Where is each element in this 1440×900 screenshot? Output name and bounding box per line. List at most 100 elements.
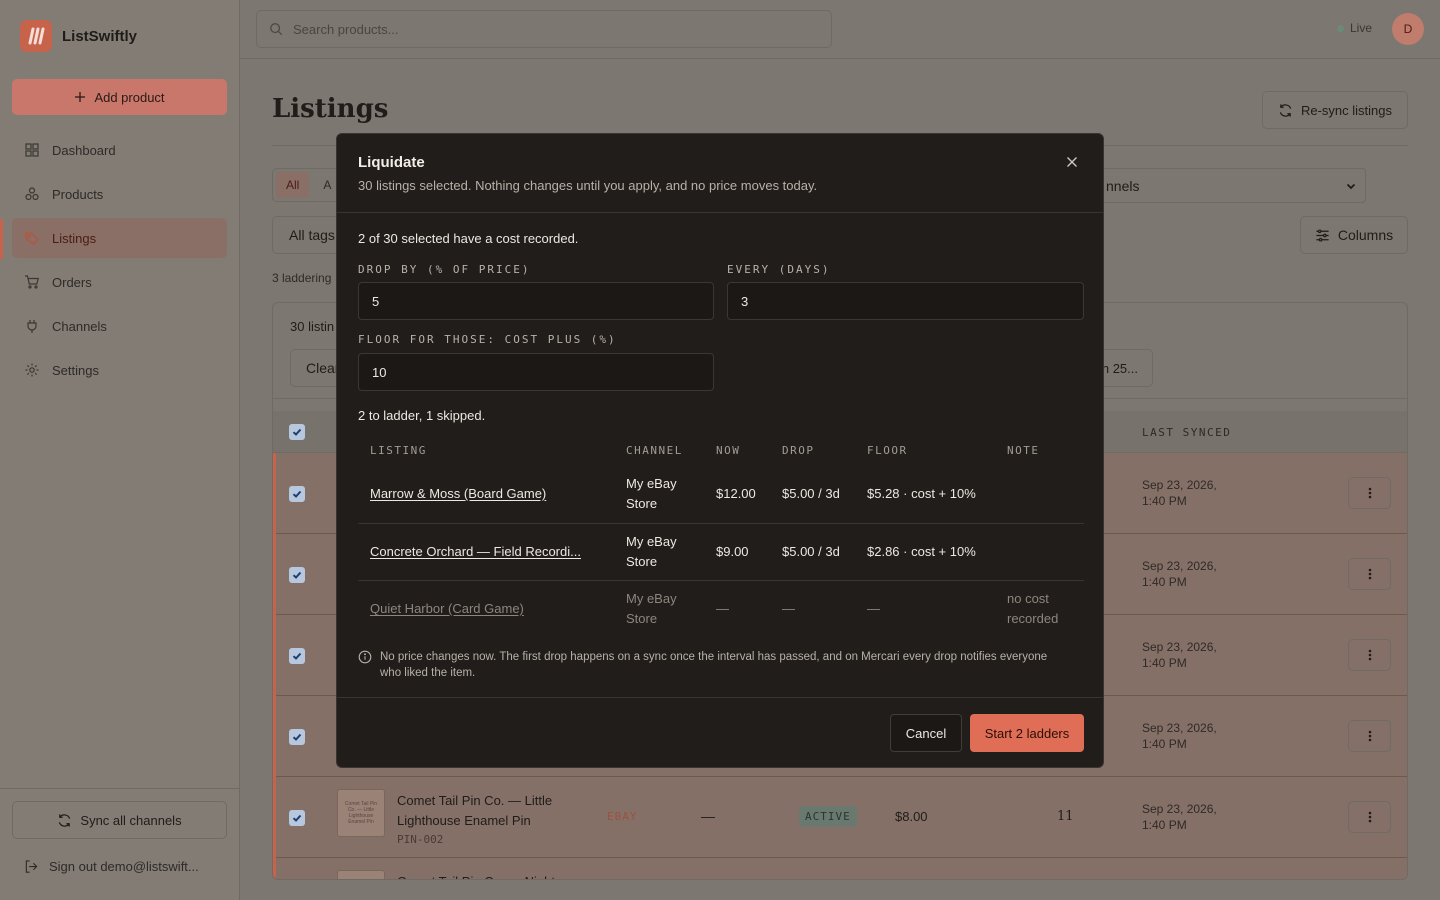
check-icon <box>292 814 302 822</box>
start-ladders-button[interactable]: Start 2 ladders <box>970 714 1084 752</box>
ladder-row: Marrow & Moss (Board Game) My eBay Store… <box>358 466 1084 523</box>
clear-selection-button[interactable]: Clear <box>290 349 340 387</box>
sign-out-link[interactable]: Sign out demo@listswift... <box>24 859 224 874</box>
status-badge: ACTIVE <box>799 806 857 827</box>
listing-link[interactable]: Concrete Orchard — Field Recordi... <box>370 542 602 562</box>
sidebar-item-orders[interactable]: Orders <box>12 262 227 302</box>
row-floor: $5.28 · cost + 10% <box>867 486 976 501</box>
row-accent <box>273 615 276 696</box>
cost-note: 2 of 30 selected have a cost recorded. <box>358 231 579 246</box>
sidebar-item-label: Orders <box>52 274 92 290</box>
resync-listings-button[interactable]: Re-sync listings <box>1262 91 1408 129</box>
divider <box>0 788 240 789</box>
sync-all-button[interactable]: Sync all channels <box>12 801 227 839</box>
column-header-now: NOW <box>716 444 741 457</box>
check-icon <box>292 428 302 436</box>
laddering-note: 3 laddering <box>272 271 332 285</box>
table-row[interactable]: Comet Tail Pin Co. — Night <box>273 858 1407 879</box>
search-input[interactable]: Search products... <box>256 10 832 48</box>
ladder-row: Concrete Orchard — Field Recordi... My e… <box>358 523 1084 580</box>
sync-all-label: Sync all channels <box>80 812 182 828</box>
drop-by-input[interactable]: 5 <box>358 282 714 320</box>
active-indicator <box>0 219 3 259</box>
avatar[interactable]: D <box>1392 13 1424 45</box>
sidebar-item-label: Dashboard <box>52 142 116 158</box>
listing-link[interactable]: Marrow & Moss (Board Game) <box>370 484 602 504</box>
row-menu-button[interactable] <box>1348 639 1391 671</box>
chevron-down-icon <box>1346 183 1356 189</box>
more-vertical-icon <box>1368 568 1371 580</box>
column-header-last-synced[interactable]: LAST SYNCED <box>1142 426 1231 439</box>
live-status: Live <box>1336 21 1372 35</box>
tab-all[interactable]: All <box>276 172 310 198</box>
row-drop: — <box>782 601 795 616</box>
product-sku: PIN-002 <box>397 833 444 846</box>
refresh-icon <box>1279 103 1292 117</box>
live-label: Live <box>1349 21 1372 35</box>
dashboard-icon <box>25 143 39 157</box>
add-product-button[interactable]: Add product <box>12 79 227 115</box>
every-days-input[interactable]: 3 <box>727 282 1084 320</box>
page-title: Listings <box>272 94 389 124</box>
channels-select[interactable]: nnels <box>1085 168 1366 203</box>
more-vertical-icon <box>1368 730 1371 742</box>
row-last-synced: Sep 23, 2026, 1:40 PM <box>1142 478 1217 508</box>
boxes-icon <box>25 187 39 201</box>
row-checkbox[interactable] <box>289 486 305 502</box>
liquidate-dialog: Liquidate 30 listings selected. Nothing … <box>336 133 1104 768</box>
row-accent <box>273 777 276 858</box>
sidebar-item-label: Listings <box>52 230 97 246</box>
row-last-synced: Sep 23, 2026, 1:40 PM <box>1142 721 1217 751</box>
sign-out-icon <box>25 860 38 873</box>
check-icon <box>292 490 302 498</box>
check-icon <box>292 652 302 660</box>
columns-button[interactable]: Columns <box>1300 216 1408 254</box>
product-title[interactable]: Comet Tail Pin Co. — Little Lighthouse E… <box>397 791 597 831</box>
dialog-header: Liquidate 30 listings selected. Nothing … <box>337 134 1103 213</box>
row-checkbox[interactable] <box>289 810 305 826</box>
listing-link[interactable]: Quiet Harbor (Card Game) <box>370 599 602 619</box>
table-row[interactable]: Comet Tail Pin Co. — Little Lighthouse E… <box>273 777 1407 858</box>
sidebar-item-listings[interactable]: Listings <box>12 218 227 258</box>
sidebar-item-dashboard[interactable]: Dashboard <box>12 130 227 170</box>
row-menu-button[interactable] <box>1348 558 1391 590</box>
row-floor: $2.86 · cost + 10% <box>867 544 976 559</box>
dialog-subtitle: 30 listings selected. Nothing changes un… <box>358 178 818 193</box>
select-all-checkbox[interactable] <box>289 424 305 440</box>
sign-out-label: Sign out demo@listswift... <box>49 859 199 874</box>
product-title[interactable]: Comet Tail Pin Co. — Night <box>397 872 597 879</box>
row-menu-button[interactable] <box>1348 801 1391 833</box>
cancel-button[interactable]: Cancel <box>890 714 962 752</box>
row-menu-button[interactable] <box>1348 720 1391 752</box>
floor-label: FLOOR FOR THOSE: COST PLUS (%) <box>358 333 617 346</box>
floor-input[interactable]: 10 <box>358 353 714 391</box>
row-checkbox[interactable] <box>289 729 305 745</box>
resync-label: Re-sync listings <box>1300 102 1393 118</box>
tags-select[interactable]: All tags <box>272 216 342 254</box>
ladder-row-skipped: Quiet Harbor (Card Game) My eBay Store —… <box>358 580 1084 637</box>
sidebar-item-channels[interactable]: Channels <box>12 306 227 346</box>
sidebar-item-settings[interactable]: Settings <box>12 350 227 390</box>
sidebar-item-products[interactable]: Products <box>12 174 227 214</box>
row-floor: — <box>867 601 880 616</box>
brand[interactable]: ListSwiftly <box>20 20 137 52</box>
row-checkbox[interactable] <box>289 648 305 664</box>
row-note: no cost recorded <box>1007 591 1059 626</box>
column-header-floor: FLOOR <box>867 444 908 457</box>
logo-icon <box>20 20 52 52</box>
row-last-synced: Sep 23, 2026, 1:40 PM <box>1142 640 1217 670</box>
channel-badge: EBAY <box>607 810 638 823</box>
bulk-action-button[interactable]: n 25... <box>1103 349 1153 387</box>
gear-icon <box>25 363 39 377</box>
row-menu-button[interactable] <box>1348 477 1391 509</box>
row-checkbox[interactable] <box>289 567 305 583</box>
channels-select-value: nnels <box>1106 177 1140 194</box>
row-accent <box>273 534 276 615</box>
close-button[interactable] <box>1063 153 1081 171</box>
row-now-price: $9.00 <box>716 544 749 559</box>
row-accent <box>273 858 276 879</box>
info-icon <box>358 650 372 664</box>
check-icon <box>292 571 302 579</box>
drop-by-label: DROP BY (% OF PRICE) <box>358 263 531 276</box>
row-accent <box>273 696 276 777</box>
